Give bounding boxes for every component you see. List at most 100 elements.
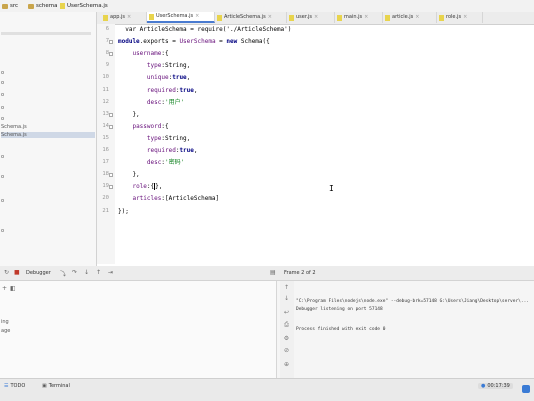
variables-panel: + ◧ ing age bbox=[0, 281, 277, 378]
rerun-icon[interactable]: ↻ bbox=[4, 269, 9, 276]
code-token: var ArticleSchema = require('./ArticleSc… bbox=[118, 26, 292, 33]
scroll-up-icon[interactable]: ↑ bbox=[283, 284, 290, 291]
fold-marker-icon[interactable] bbox=[109, 185, 113, 190]
line-number: 7 bbox=[105, 38, 109, 45]
code-line: role:{}, bbox=[118, 183, 162, 191]
step-icon[interactable]: ⤵ bbox=[60, 269, 66, 278]
code-token: unique bbox=[146, 74, 169, 82]
code-token: type bbox=[146, 62, 162, 70]
fold-marker-icon[interactable] bbox=[109, 173, 113, 178]
project-tree-path bbox=[1, 32, 91, 35]
code-token: new bbox=[226, 38, 241, 46]
tab-articleschema-js[interactable]: ArticleSchema.js × bbox=[215, 12, 287, 23]
breadcrumb-file[interactable]: UserSchema.js bbox=[60, 2, 108, 10]
fold-marker-icon[interactable] bbox=[109, 52, 113, 57]
tab-userschema-js[interactable]: UserSchema.js × bbox=[147, 12, 215, 23]
fold-marker-icon[interactable] bbox=[109, 124, 113, 129]
code-token: '用户' bbox=[164, 98, 185, 106]
frames-toggle-icon[interactable]: ◧ bbox=[10, 285, 16, 292]
project-panel: o o o o o Schema.js Schema.js o o o o bbox=[0, 12, 97, 266]
close-icon[interactable]: × bbox=[195, 11, 199, 22]
line-number: 17 bbox=[102, 159, 109, 166]
terminal-icon: ▣ bbox=[42, 383, 47, 389]
tab-article-js[interactable]: article.js × bbox=[383, 12, 437, 23]
pin-icon[interactable]: ⊕ bbox=[283, 361, 290, 368]
code-token: }, bbox=[118, 171, 140, 179]
soft-wrap-icon[interactable]: ↩ bbox=[283, 309, 290, 316]
project-tree-item[interactable]: o bbox=[1, 80, 4, 86]
code-line: username:{ bbox=[118, 50, 168, 58]
breadcrumb-src[interactable]: src bbox=[2, 2, 18, 10]
close-icon[interactable]: × bbox=[314, 12, 318, 23]
tab-main-js[interactable]: main.js × bbox=[335, 12, 383, 23]
line-number: 11 bbox=[102, 86, 109, 93]
clock-icon: ● bbox=[481, 383, 486, 389]
project-tree-item[interactable]: o bbox=[1, 154, 4, 160]
code-token: required bbox=[146, 86, 176, 94]
project-tree-item[interactable]: o bbox=[1, 228, 4, 234]
close-icon[interactable]: × bbox=[415, 12, 419, 23]
debug-toolbar: ↻ ■ Debugger ⤵ ↷ ↓ ↑ ⇥ ▤ Frame 2 of 2 bbox=[0, 266, 534, 281]
line-number: 20 bbox=[102, 195, 109, 202]
step-into-icon[interactable]: ↓ bbox=[84, 269, 89, 276]
project-tree-item[interactable]: Schema.js bbox=[1, 124, 27, 130]
code-token: , bbox=[193, 86, 198, 94]
project-tree-item[interactable]: o bbox=[1, 198, 4, 204]
code-line: password:{ bbox=[118, 122, 168, 131]
close-icon[interactable]: × bbox=[268, 12, 272, 23]
project-tree-item-selected[interactable]: Schema.js bbox=[1, 132, 95, 138]
code-token: , bbox=[193, 147, 198, 154]
line-number: 12 bbox=[102, 98, 109, 105]
line-number: 9 bbox=[105, 62, 109, 69]
project-tree-item[interactable]: o bbox=[1, 116, 4, 122]
event-log-icon[interactable] bbox=[522, 385, 530, 393]
console-line: Debugger listening on port 57148 bbox=[296, 307, 383, 312]
status-clock: ● 00:17:39 bbox=[478, 383, 513, 389]
tab-app-js[interactable]: app.js × bbox=[101, 12, 147, 23]
step-over-icon[interactable]: ↷ bbox=[72, 269, 77, 276]
breadcrumb-schema[interactable]: schema bbox=[28, 2, 58, 10]
close-icon[interactable]: × bbox=[127, 12, 131, 23]
project-tree-item[interactable]: o bbox=[1, 174, 4, 180]
print-icon[interactable]: ⎙ bbox=[283, 321, 290, 328]
fold-marker-icon[interactable] bbox=[109, 40, 113, 45]
code-token: }, bbox=[155, 183, 163, 191]
debugger-tab[interactable]: Debugger bbox=[26, 270, 51, 276]
status-item-todo[interactable]: ☰ TODO bbox=[4, 383, 25, 389]
code-line: articles:[ArticleSchema] bbox=[118, 195, 219, 203]
add-icon[interactable]: + bbox=[2, 285, 7, 292]
code-token: = bbox=[215, 38, 227, 46]
fold-marker-icon[interactable] bbox=[109, 112, 113, 117]
project-tree-item[interactable]: o bbox=[1, 70, 4, 76]
code-token: true bbox=[172, 74, 187, 82]
close-icon[interactable]: × bbox=[463, 12, 467, 23]
project-tree-item[interactable]: o bbox=[1, 105, 4, 111]
js-file-icon bbox=[217, 14, 222, 21]
code-editor[interactable]: var ArticleSchema = require('./ArticleSc… bbox=[118, 24, 534, 264]
js-file-icon bbox=[103, 14, 108, 21]
run-to-cursor-icon[interactable]: ⇥ bbox=[108, 269, 113, 276]
settings-icon[interactable]: ⚙ bbox=[283, 335, 290, 342]
code-line: }); bbox=[118, 208, 129, 216]
clear-icon[interactable]: ⊘ bbox=[283, 347, 290, 354]
js-file-icon bbox=[439, 14, 444, 21]
code-line: required:true, bbox=[118, 147, 198, 155]
scroll-down-icon[interactable]: ↓ bbox=[283, 295, 290, 302]
status-item-terminal[interactable]: ▣ Terminal bbox=[42, 383, 70, 389]
variable-label: age bbox=[1, 328, 11, 334]
tab-role-js[interactable]: role.js × bbox=[437, 12, 483, 23]
folder-icon bbox=[2, 3, 8, 9]
stop-icon[interactable]: ■ bbox=[14, 269, 20, 276]
code-token: role bbox=[132, 183, 147, 191]
code-token: password bbox=[132, 122, 162, 130]
code-line: desc:'用户' bbox=[118, 99, 184, 107]
close-icon[interactable]: × bbox=[364, 12, 368, 23]
tab-user-js[interactable]: user.js × bbox=[287, 12, 335, 23]
project-tree-item[interactable]: o bbox=[1, 92, 4, 98]
variable-label: ing bbox=[1, 319, 9, 325]
js-file-icon bbox=[337, 14, 342, 21]
console-output[interactable]: "C:\Program Files\nodejs\node.exe" --deb… bbox=[296, 283, 534, 378]
step-out-icon[interactable]: ↑ bbox=[96, 269, 101, 276]
